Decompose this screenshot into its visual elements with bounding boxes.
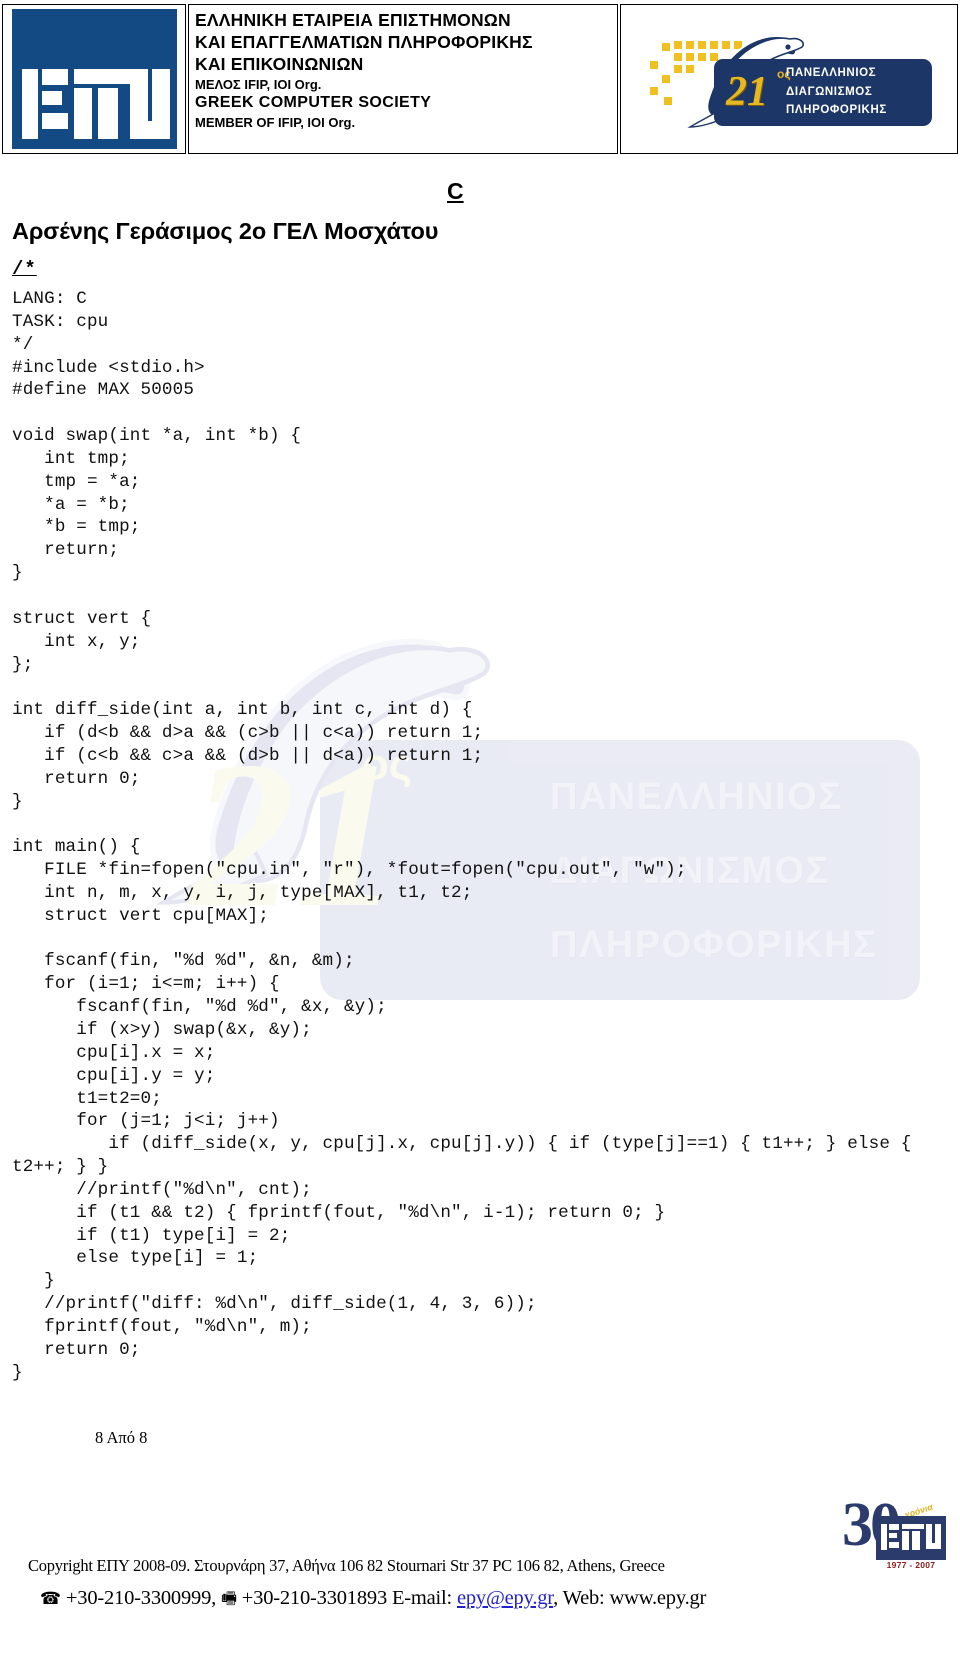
contest-badge: 21 ος ΠΑΝΕΛΛΗΝΙΟΣ ΔΙΑΓΩΝΙΣΜΟΣ ΠΛΗΡΟΦΟΡΙΚ…: [644, 23, 934, 135]
badge-number: 21: [726, 69, 768, 115]
anniversary-epy-mark: [876, 1516, 946, 1560]
society-line-1: ΕΛΛΗΝΙΚΗ ΕΤΑΙΡΕΙΑ ΕΠΙΣΤΗΜΟΝΩΝ: [195, 10, 511, 30]
epy-logo-cell: [2, 4, 186, 154]
society-line-5: GREEK COMPUTER SOCIETY: [195, 94, 432, 112]
web-label: , Web:: [553, 1587, 605, 1609]
copyright-line: Copyright ΕΠΥ 2008-09. Στουρνάρη 37, Αθή…: [28, 1556, 665, 1575]
page-number: 8 Από 8: [95, 1428, 148, 1447]
contest-badge-cell: 21 ος ΠΑΝΕΛΛΗΝΙΟΣ ΔΙΑΓΩΝΙΣΜΟΣ ΠΛΗΡΟΦΟΡΙΚ…: [620, 4, 958, 154]
page-title: Αρσένης Γεράσιμος 2ο ΓΕΛ Μοσχάτου: [12, 218, 439, 244]
comment-open-marker: /*: [12, 258, 37, 280]
society-line-4: ΜΕΛΟΣ IFIP, IOI Org.: [195, 76, 322, 92]
contact-line: ☎ +30-210-3300999, 🖷 +30-210-3301893 E-m…: [40, 1586, 706, 1615]
society-name-block: ΕΛΛΗΝΙΚΗ ΕΤΑΙΡΕΙΑ ΕΠΙΣΤΗΜΟΝΩΝ ΚΑΙ ΕΠΑΓΓΕ…: [188, 4, 618, 154]
fax-number: +30-210-3301893: [241, 1587, 388, 1609]
badge-line-1: ΠΑΝΕΛΛΗΝΙΟΣ: [786, 67, 877, 79]
web-address: www.epy.gr: [609, 1587, 707, 1609]
phone-number: +30-210-3300999,: [65, 1587, 217, 1609]
language-tag: C: [447, 178, 464, 204]
fax-icon: 🖷: [221, 1589, 237, 1609]
anniversary-years: 1977 - 2007: [886, 1560, 936, 1570]
phone-icon: ☎: [40, 1589, 61, 1609]
society-line-6: MEMBER OF IFIP, IOI Org.: [195, 115, 356, 130]
anniversary-logo-icon: 30 χρόνια 1977 - 2007: [842, 1494, 946, 1576]
society-line-2: ΚΑΙ ΕΠΑΓΓΕΛΜΑΤΙΩΝ ΠΛΗΡΟΦΟΡΙΚΗΣ: [195, 32, 533, 53]
email-link[interactable]: epy@epy.gr: [457, 1587, 553, 1609]
badge-text: ΠΑΝΕΛΛΗΝΙΟΣ ΔΙΑΓΩΝΙΣΜΟΣ ΠΛΗΡΟΦΟΡΙΚΗΣ: [786, 64, 928, 120]
source-code-block: LANG: C TASK: cpu */ #include <stdio.h> …: [12, 289, 912, 1383]
society-line-3: ΚΑΙ ΕΠΙΚΟΙΝΩΝΙΩΝ: [195, 54, 364, 75]
badge-line-3: ΠΛΗΡΟΦΟΡΙΚΗΣ: [786, 104, 887, 117]
page-header: ΕΛΛΗΝΙΚΗ ΕΤΑΙΡΕΙΑ ΕΠΙΣΤΗΜΟΝΩΝ ΚΑΙ ΕΠΑΓΓΕ…: [0, 4, 960, 154]
email-label: E-mail:: [391, 1587, 453, 1609]
badge-line-2: ΔΙΑΓΩΝΙΣΜΟΣ: [786, 85, 873, 98]
epy-logo-icon: [11, 9, 177, 149]
